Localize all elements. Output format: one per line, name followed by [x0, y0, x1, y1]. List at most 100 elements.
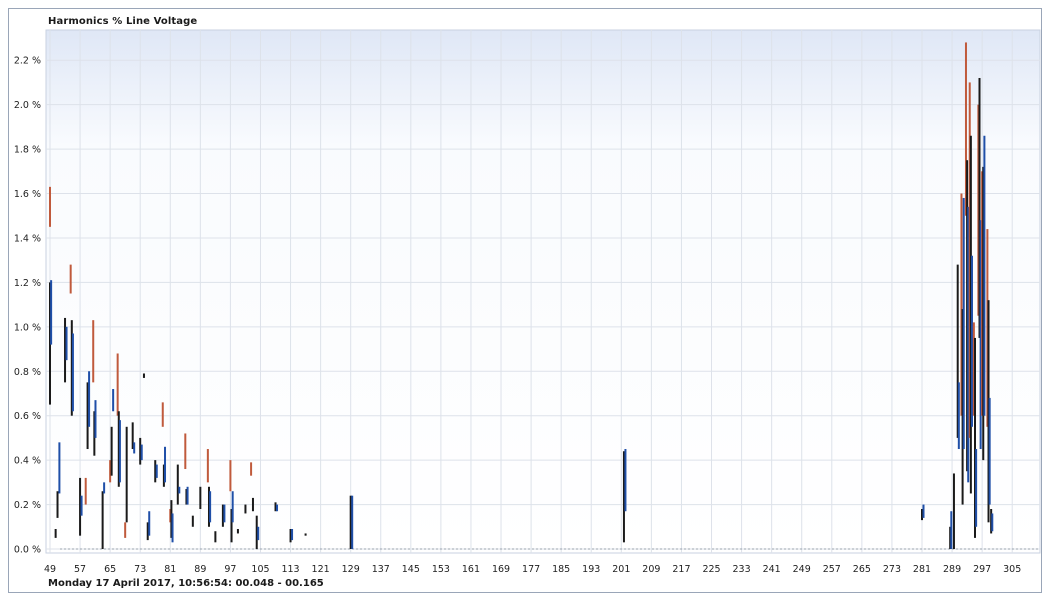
x-tick-label: 217 — [672, 564, 690, 575]
x-tick-label: 81 — [164, 564, 176, 575]
harmonic-bar — [133, 442, 136, 454]
x-tick-label: 49 — [44, 564, 56, 575]
harmonic-bar — [229, 460, 232, 492]
y-tick-label: 1.8 % — [14, 145, 41, 156]
harmonic-bar — [199, 486, 202, 510]
harmonic-bar — [250, 462, 253, 476]
harmonic-bar — [56, 491, 59, 518]
harmonic-bar — [84, 477, 87, 505]
x-tick-label: 105 — [251, 564, 269, 575]
y-tick-label: 1.0 % — [14, 322, 41, 333]
y-tick-label: 2.2 % — [14, 56, 41, 67]
x-tick-label: 97 — [224, 564, 236, 575]
harmonic-bar — [988, 397, 991, 505]
y-tick-label: 1.6 % — [14, 189, 41, 200]
harmonic-bar — [124, 522, 127, 538]
x-tick-label: 249 — [793, 564, 811, 575]
harmonic-bar — [58, 442, 61, 494]
x-tick-label: 273 — [883, 564, 901, 575]
harmonic-bar — [50, 280, 53, 345]
x-tick-label: 137 — [372, 564, 390, 575]
y-tick-label: 2.0 % — [14, 100, 41, 111]
harmonic-bar — [178, 486, 181, 494]
harmonic-bar — [80, 495, 83, 516]
harmonic-bar — [118, 420, 121, 483]
x-tick-label: 177 — [522, 564, 540, 575]
harmonic-bar — [957, 382, 960, 450]
y-tick-label: 0.0 % — [14, 545, 41, 556]
x-tick-label: 169 — [492, 564, 510, 575]
harmonic-bar — [161, 402, 164, 427]
harmonic-bar — [92, 320, 95, 383]
harmonic-bar — [164, 446, 167, 483]
harmonic-bar — [171, 513, 174, 543]
x-tick-label: 257 — [823, 564, 841, 575]
harmonic-bar — [125, 426, 128, 523]
harmonic-bar — [214, 531, 217, 543]
harmonic-bar — [231, 491, 234, 523]
harmonic-bar — [103, 482, 106, 494]
harmonic-bar — [140, 444, 143, 461]
x-tick-label: 145 — [402, 564, 420, 575]
harmonic-bar — [101, 491, 104, 549]
harmonic-bar — [251, 497, 254, 512]
x-tick-label: 113 — [281, 564, 299, 575]
x-tick-label: 65 — [104, 564, 116, 575]
x-tick-label: 305 — [1003, 564, 1021, 575]
harmonic-bar — [304, 533, 307, 536]
harmonic-bar — [54, 529, 57, 538]
x-tick-label: 225 — [702, 564, 720, 575]
x-tick-label: 153 — [432, 564, 450, 575]
harmonic-bar — [223, 504, 226, 523]
y-tick-label: 0.8 % — [14, 367, 41, 378]
harmonic-bar — [975, 449, 978, 527]
harmonic-bar — [244, 504, 247, 514]
x-tick-label: 265 — [853, 564, 871, 575]
x-tick-label: 201 — [612, 564, 630, 575]
harmonic-bar — [191, 515, 194, 527]
harmonic-bar — [970, 255, 973, 427]
harmonic-bar — [184, 433, 187, 470]
harmonic-bar — [209, 491, 212, 523]
x-tick-label: 289 — [943, 564, 961, 575]
harmonic-bar — [186, 486, 189, 505]
harmonic-bar — [922, 504, 925, 518]
harmonic-bar — [155, 464, 158, 478]
harmonics-chart: 0.0 % 0.2 % 0.4 % 0.6 % 0.8 % 1.0 % 1.2 % 1.4 %… — [14, 29, 1041, 575]
harmonic-bar — [148, 511, 151, 536]
harmonic-bar — [142, 373, 145, 378]
y-tick-label: 0.2 % — [14, 500, 41, 511]
x-tick-label: 57 — [74, 564, 86, 575]
x-tick-label: 89 — [194, 564, 206, 575]
harmonic-bar — [176, 464, 179, 505]
harmonic-bar — [110, 426, 113, 476]
harmonic-bar — [88, 371, 91, 427]
x-tick-label: 161 — [462, 564, 480, 575]
harmonic-bar — [991, 513, 994, 532]
harmonic-bar — [962, 197, 965, 450]
y-tick-label: 0.6 % — [14, 411, 41, 422]
harmonic-bar — [950, 511, 953, 549]
y-tick-label: 1.2 % — [14, 278, 41, 289]
x-tick-label: 129 — [342, 564, 360, 575]
harmonic-bar — [983, 135, 986, 416]
x-tick-label: 193 — [582, 564, 600, 575]
x-tick-label: 73 — [134, 564, 146, 575]
harmonic-bar — [112, 389, 115, 412]
harmonic-bar — [71, 333, 74, 412]
x-tick-label: 233 — [733, 564, 751, 575]
x-tick-label: 297 — [973, 564, 991, 575]
y-tick-label: 1.4 % — [14, 233, 41, 244]
harmonic-bar — [49, 186, 51, 227]
harmonic-bar — [206, 449, 209, 483]
x-tick-label: 185 — [552, 564, 570, 575]
harmonic-bar — [952, 473, 955, 549]
harmonic-bar — [69, 264, 72, 294]
x-tick-label: 241 — [763, 564, 781, 575]
x-tick-label: 209 — [642, 564, 660, 575]
harmonic-bar — [65, 326, 68, 361]
x-tick-label: 121 — [312, 564, 330, 575]
harmonic-bar — [236, 529, 239, 534]
harmonic-bar — [291, 529, 294, 541]
harmonic-bar — [624, 449, 627, 512]
